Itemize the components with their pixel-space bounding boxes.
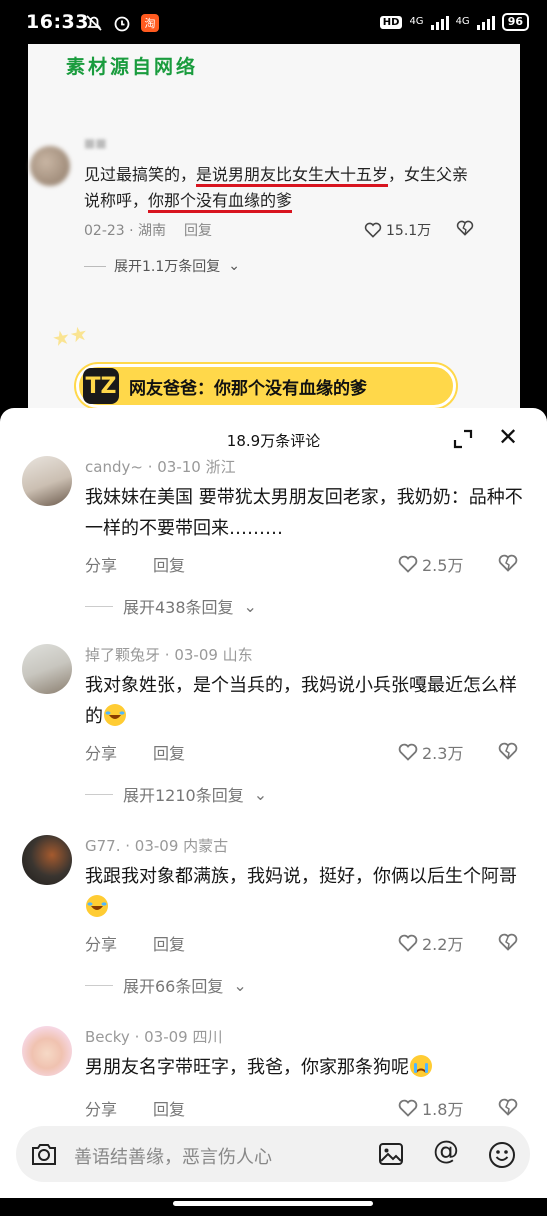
underline-2: 你那个没有血缘的爹 (148, 191, 293, 213)
close-icon[interactable]: ✕ (496, 425, 520, 450)
comment-text[interactable]: 我跟我对象都满族，我妈说，挺好，你俩以后生个阿哥 (85, 861, 525, 923)
status-time: 16:33 (26, 11, 89, 33)
comment-text[interactable]: 男朋友名字带旺字，我爸，你家那条狗呢 (85, 1052, 525, 1083)
network-type-1: 4G (409, 16, 424, 27)
reply-button[interactable]: 回复 (153, 1096, 185, 1120)
comment-text[interactable]: 我对象姓张，是个当兵的，我妈说小兵张嘎最近怎么样的 (85, 670, 525, 732)
chevron-down-icon: ⌄ (253, 784, 268, 804)
like-button[interactable]: 1.8万 (398, 1096, 463, 1120)
like-count: 1.8万 (422, 1100, 464, 1119)
broken-heart-icon[interactable] (498, 742, 518, 760)
comment-actions: 分享 回复 (85, 740, 185, 764)
status-left-icons: 淘 (84, 13, 160, 33)
bg-comment-text: 见过最搞笑的，是说男朋友比女生大十五岁，女生父亲说称呼，你那个没有血缘的爹 (84, 162, 484, 214)
comment-header: 掉了颗兔牙 · 03-09 山东 (85, 646, 253, 664)
bg-comment-meta: 02-23 · 湖南 回复 (84, 223, 213, 239)
crying-emoji-icon (410, 1055, 432, 1077)
heart-icon (398, 934, 418, 952)
reply-button[interactable]: 回复 (153, 931, 185, 955)
video-caption-banner: TZ 网友爸爸：你那个没有血缘的爹 (76, 364, 456, 408)
laughing-tears-emoji-icon (104, 704, 126, 726)
username[interactable]: G77. (85, 837, 120, 855)
emoji-picker-icon[interactable] (488, 1141, 516, 1169)
chevron-down-icon: ⌄ (243, 596, 257, 616)
comment-input-placeholder[interactable]: 善语结善缘，恶言伤人心 (74, 1143, 272, 1169)
expand-replies[interactable]: 展开438条回复 ⌄ (85, 594, 257, 618)
banner-logo: TZ (83, 368, 119, 404)
underline-1: 是说男朋友比女生大十五岁 (196, 165, 389, 187)
comment-text[interactable]: 我妹妹在美国 要带犹太男朋友回老家，我奶奶：品种不一样的不要带回来……… (85, 482, 525, 544)
comment-header: G77. · 03-09 内蒙古 (85, 837, 229, 855)
laughing-tears-emoji-icon (86, 895, 108, 917)
broken-heart-icon[interactable] (498, 1098, 518, 1116)
heart-icon (398, 1099, 418, 1117)
taobao-app-icon: 淘 (141, 14, 159, 32)
reply-button[interactable]: 回复 (153, 552, 185, 576)
heart-icon (398, 743, 418, 761)
status-bar: 16:33 淘 HD 4G 4G 96 (0, 0, 547, 44)
signal-icon (430, 14, 449, 30)
hd-badge: HD (379, 15, 403, 29)
share-button[interactable]: 分享 (85, 740, 117, 764)
mention-icon[interactable]: @ (430, 1136, 462, 1166)
username[interactable]: 掉了颗兔牙 (85, 646, 160, 664)
share-button[interactable]: 分享 (85, 1096, 117, 1120)
fullscreen-expand-icon[interactable] (452, 428, 474, 450)
network-type-2: 4G (455, 16, 470, 27)
comment-sheet: 18.9万条评论 ✕ candy~ · 03-10 浙江 我妹妹在美国 要带犹太… (0, 408, 547, 1198)
comment-actions: 分享 回复 (85, 931, 185, 955)
avatar[interactable] (22, 835, 72, 885)
mute-bell-icon (86, 15, 102, 31)
home-indicator[interactable] (173, 1201, 373, 1206)
avatar[interactable] (22, 1026, 72, 1076)
share-button[interactable]: 分享 (85, 931, 117, 955)
video-background[interactable]: 素材源自网络 ■■ 见过最搞笑的，是说男朋友比女生大十五岁，女生父亲说称呼，你那… (0, 44, 547, 424)
bg-comment-expand: 展开1.1万条回复 ⌄ (84, 256, 240, 276)
decorative-sticker: ★★ (49, 320, 90, 352)
comment-actions: 分享 回复 (85, 1096, 185, 1120)
banner-text: 网友爸爸：你那个没有血缘的爹 (129, 378, 367, 399)
bg-comment-username-blurred: ■■ (84, 136, 107, 150)
camera-icon[interactable] (30, 1141, 58, 1167)
sheet-header: 18.9万条评论 ✕ (0, 408, 547, 468)
bg-comment-avatar (30, 146, 70, 186)
chevron-down-icon: ⌄ (233, 975, 247, 995)
status-right-icons: HD 4G 4G 96 (379, 13, 529, 31)
bg-comment-likes: 15.1万 (364, 220, 431, 240)
reply-button[interactable]: 回复 (153, 740, 185, 764)
comment-input-bar[interactable]: 善语结善缘，恶言伤人心 @ (16, 1126, 530, 1182)
battery-indicator: 96 (501, 13, 529, 31)
expand-replies[interactable]: 展开1210条回复 ⌄ (85, 782, 267, 806)
username[interactable]: Becky (85, 1028, 130, 1046)
like-count: 2.5万 (422, 556, 464, 575)
like-button[interactable]: 2.3万 (398, 740, 463, 764)
signal-icon-2 (476, 14, 495, 30)
like-button[interactable]: 2.5万 (398, 552, 463, 576)
watermark-text: 素材源自网络 (66, 56, 199, 78)
like-count: 2.2万 (422, 935, 464, 954)
broken-heart-icon[interactable] (498, 933, 518, 951)
svg-text:淘: 淘 (145, 17, 156, 30)
broken-heart-icon[interactable] (498, 554, 518, 572)
heart-icon (398, 555, 418, 573)
share-button[interactable]: 分享 (85, 552, 117, 576)
comment-actions: 分享 回复 (85, 552, 185, 576)
comment-header: candy~ · 03-10 浙江 (85, 458, 236, 476)
comment-header: Becky · 03-09 四川 (85, 1028, 223, 1046)
like-count: 2.3万 (422, 744, 464, 763)
like-button[interactable]: 2.2万 (398, 931, 463, 955)
image-picker-icon[interactable] (378, 1141, 404, 1167)
alarm-icon (114, 16, 130, 32)
avatar[interactable] (22, 456, 72, 506)
avatar[interactable] (22, 644, 72, 694)
username[interactable]: candy~ (85, 458, 143, 476)
video-comment-screenshot: 素材源自网络 ■■ 见过最搞笑的，是说男朋友比女生大十五岁，女生父亲说称呼，你那… (28, 44, 520, 424)
heart-icon (364, 222, 382, 238)
broken-heart-icon (456, 220, 474, 236)
expand-replies[interactable]: 展开66条回复 ⌄ (85, 973, 247, 997)
